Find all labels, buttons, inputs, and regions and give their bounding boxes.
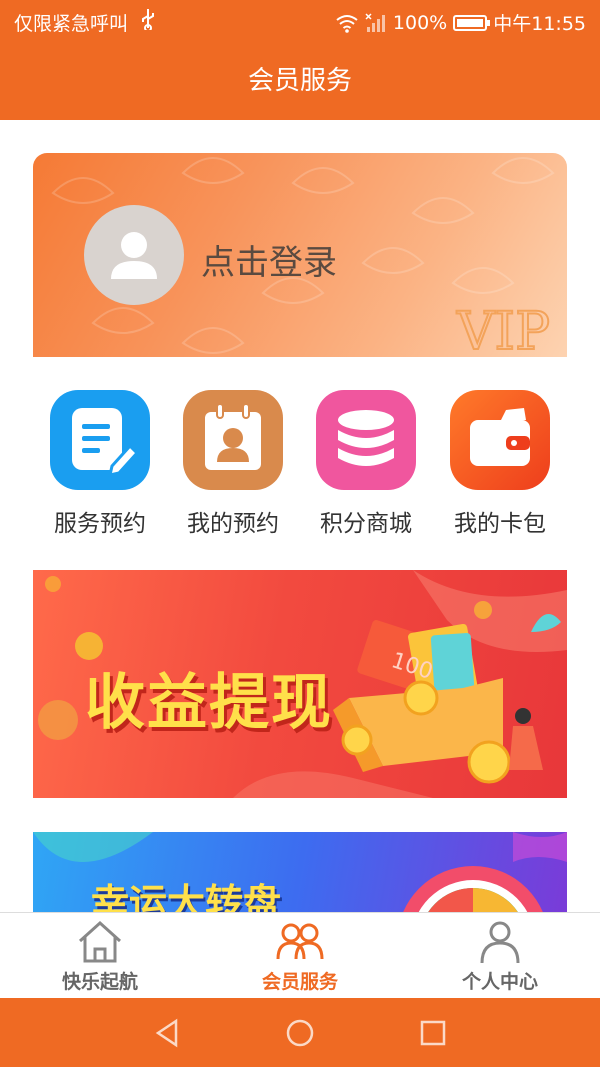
menu-item-points-mall[interactable]: 积分商城 — [299, 390, 433, 540]
battery-percent: 100% — [392, 11, 448, 34]
svg-text:VIP: VIP — [456, 302, 550, 355]
signal-icon — [365, 12, 385, 32]
tab-label: 个人中心 — [461, 971, 538, 993]
vip-login-card[interactable]: 点击登录 VIP — [33, 153, 567, 357]
battery-icon — [453, 14, 491, 31]
menu-item-card-wallet[interactable]: 我的卡包 — [433, 390, 567, 540]
wallet-icon — [450, 390, 550, 490]
tab-label: 会员服务 — [261, 971, 338, 993]
system-nav-bar — [0, 998, 600, 1067]
carrier-status-text: 仅限紧急呼叫 — [14, 13, 129, 35]
home-circle-icon[interactable] — [283, 1016, 317, 1050]
withdraw-banner[interactable]: 100 收益提现 — [33, 570, 567, 798]
user-placeholder-icon — [111, 232, 157, 279]
menu-item-label: 服务预约 — [54, 511, 146, 537]
back-icon[interactable] — [150, 1016, 184, 1050]
quick-menu: 服务预约 我的预约 积分商城 我的卡包 — [33, 390, 567, 540]
withdraw-banner-title: 收益提现 — [85, 668, 333, 738]
login-link[interactable]: 点击登录 — [201, 235, 337, 284]
recents-icon[interactable] — [416, 1016, 450, 1050]
home-icon — [78, 920, 122, 963]
menu-item-label: 积分商城 — [320, 511, 412, 537]
bottom-tab-bar: 快乐起航 会员服务 个人中心 — [0, 912, 600, 998]
top-bar: 仅限紧急呼叫 100% 中午11:55 会员服务 — [0, 0, 600, 120]
members-icon — [276, 923, 324, 960]
tab-profile[interactable]: 个人中心 — [400, 913, 600, 999]
calendar-contact-icon — [183, 390, 283, 490]
status-bar: 仅限紧急呼叫 100% 中午11:55 — [0, 0, 600, 40]
page-title: 会员服务 — [247, 66, 352, 96]
menu-item-label: 我的卡包 — [454, 511, 546, 537]
vip-badge: VIP — [455, 301, 551, 355]
lucky-wheel-banner[interactable]: 幸运大转盘 — [33, 832, 567, 912]
menu-item-label: 我的预约 — [187, 511, 279, 537]
avatar[interactable] — [84, 205, 184, 305]
coin-stack-icon — [316, 390, 416, 490]
lucky-wheel-title: 幸运大转盘 — [91, 881, 282, 912]
menu-item-service-booking[interactable]: 服务预约 — [33, 390, 167, 540]
tab-members[interactable]: 会员服务 — [200, 913, 400, 999]
menu-item-my-bookings[interactable]: 我的预约 — [166, 390, 300, 540]
tab-home[interactable]: 快乐起航 — [0, 913, 200, 999]
clock: 中午11:55 — [493, 13, 586, 35]
tab-label: 快乐起航 — [61, 971, 138, 993]
usb-icon — [142, 9, 154, 30]
person-icon — [480, 921, 520, 964]
document-edit-icon — [50, 390, 150, 490]
wifi-icon — [336, 14, 358, 33]
